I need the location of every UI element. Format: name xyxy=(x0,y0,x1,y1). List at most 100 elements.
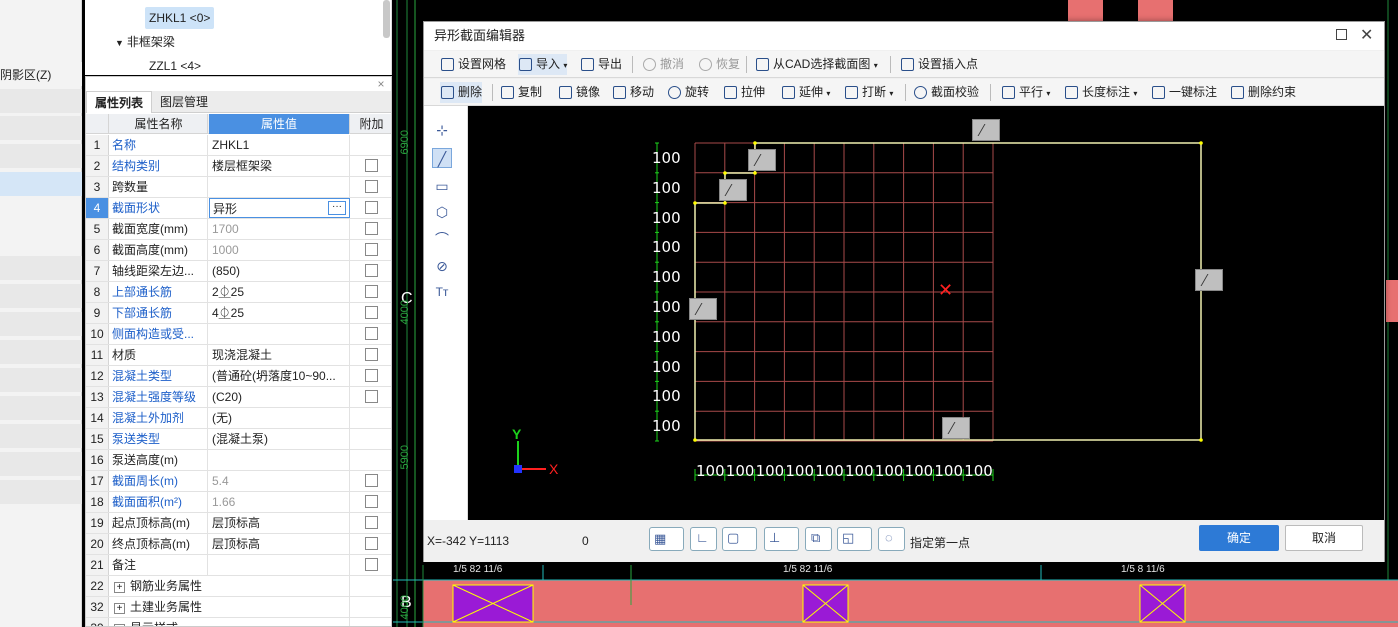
property-row[interactable]: 1 名称 ZHKL1 xyxy=(86,135,391,156)
extra-checkbox[interactable] xyxy=(365,180,378,193)
property-row[interactable]: 13 混凝土强度等级 (C20) xyxy=(86,387,391,408)
property-row[interactable]: 14 混凝土外加剂 (无) xyxy=(86,408,391,429)
left-strip-row[interactable] xyxy=(0,368,82,392)
left-strip-row[interactable] xyxy=(0,424,82,448)
constraint-handle-icon[interactable] xyxy=(748,149,776,171)
property-value[interactable]: 1700 xyxy=(209,219,350,239)
property-value[interactable]: 1000 xyxy=(209,240,350,260)
tab-layer-manager[interactable]: 图层管理 xyxy=(152,91,216,113)
ortho-toggle[interactable]: ∟ xyxy=(690,527,717,551)
extra-checkbox[interactable] xyxy=(365,495,378,508)
text-tool-icon[interactable]: Tт xyxy=(432,282,452,302)
property-value[interactable]: (混凝土泵) xyxy=(209,429,350,449)
constraint-handle-icon[interactable] xyxy=(719,179,747,201)
property-row[interactable]: 12 混凝土类型 (普通砼(坍落度10~90... xyxy=(86,366,391,387)
rotate-button[interactable]: 旋转 xyxy=(667,82,709,103)
expand-plus-icon[interactable]: + xyxy=(114,603,125,614)
left-strip-row[interactable] xyxy=(0,284,82,308)
vertex-point[interactable] xyxy=(753,171,757,175)
extra-checkbox[interactable] xyxy=(365,474,378,487)
hint-toggle[interactable]: ◌ xyxy=(878,527,905,551)
vertex-point[interactable] xyxy=(1199,141,1203,145)
constraint-handle-icon[interactable] xyxy=(942,417,970,439)
extra-checkbox[interactable] xyxy=(365,369,378,382)
vertex-point[interactable] xyxy=(753,141,757,145)
scrollbar-thumb[interactable] xyxy=(383,0,390,38)
extra-checkbox[interactable] xyxy=(365,243,378,256)
left-strip-item[interactable]: 阴影区(Z) xyxy=(0,62,82,86)
vertex-point[interactable] xyxy=(723,201,727,205)
property-value[interactable]: 楼层框架梁 xyxy=(209,156,350,176)
stretch-button[interactable]: 拉伸 xyxy=(723,82,765,103)
delete-constraint-button[interactable]: 删除约束 xyxy=(1230,82,1296,103)
polar-toggle[interactable]: ⧉ xyxy=(805,527,832,551)
property-row[interactable]: 16 泵送高度(m) xyxy=(86,450,391,471)
close-icon[interactable]: × xyxy=(375,77,387,91)
grid-snap-toggle[interactable]: ▦ xyxy=(649,527,684,551)
constraint-handle-icon[interactable] xyxy=(1195,269,1223,291)
property-value[interactable]: 现浇混凝土 xyxy=(209,345,350,365)
object-snap-toggle[interactable]: ▢ xyxy=(722,527,757,551)
close-icon[interactable]: ✕ xyxy=(1360,22,1373,50)
property-value[interactable]: 4⏂25 xyxy=(209,303,350,323)
property-row[interactable]: 2 结构类别 楼层框架梁 xyxy=(86,156,391,177)
circle-tool-icon[interactable]: ⊘ xyxy=(432,256,452,276)
constraint-handle-icon[interactable] xyxy=(972,119,1000,141)
tree-group-item[interactable]: ▼ 非框架梁 xyxy=(115,32,175,52)
extend-button[interactable]: 延伸 ▾ xyxy=(781,82,830,103)
dynamic-input-toggle[interactable]: ⊥ xyxy=(764,527,799,551)
snap-settings-toggle[interactable]: ◱ xyxy=(837,527,872,551)
vertex-point[interactable] xyxy=(1199,438,1203,442)
extra-checkbox[interactable] xyxy=(365,537,378,550)
extra-checkbox[interactable] xyxy=(365,306,378,319)
extra-checkbox[interactable] xyxy=(365,390,378,403)
property-row[interactable]: 32 + 土建业务属性 xyxy=(86,597,391,618)
maximize-icon[interactable] xyxy=(1336,29,1347,40)
select-from-cad-button[interactable]: 从CAD选择截面图 ▾ xyxy=(755,54,878,75)
delete-button[interactable]: 删除 xyxy=(440,82,483,103)
property-row[interactable]: 11 材质 现浇混凝土 xyxy=(86,345,391,366)
property-row[interactable]: 7 轴线距梁左边... (850) xyxy=(86,261,391,282)
extra-checkbox[interactable] xyxy=(365,222,378,235)
left-strip-row[interactable] xyxy=(0,340,82,364)
property-value[interactable]: (850) xyxy=(209,261,350,281)
extra-checkbox[interactable] xyxy=(365,516,378,529)
left-strip-row[interactable] xyxy=(0,116,82,140)
property-row[interactable]: 10 侧面构造或受... xyxy=(86,324,391,345)
left-strip-row[interactable] xyxy=(0,480,82,504)
property-value[interactable] xyxy=(209,555,350,575)
undo-button[interactable]: 撤消 xyxy=(642,54,684,75)
mirror-button[interactable]: 镜像 xyxy=(558,82,600,103)
left-strip-row[interactable] xyxy=(0,89,82,113)
expand-arrow-icon[interactable]: ▼ xyxy=(115,38,124,48)
extra-checkbox[interactable] xyxy=(365,348,378,361)
section-check-button[interactable]: 截面校验 xyxy=(913,82,979,103)
property-row[interactable]: 15 泵送类型 (混凝土泵) xyxy=(86,429,391,450)
left-strip-row[interactable] xyxy=(0,452,82,476)
ellipsis-button[interactable]: ··· xyxy=(328,201,346,215)
extra-checkbox[interactable] xyxy=(365,285,378,298)
property-value[interactable]: (无) xyxy=(209,408,350,428)
left-strip-row[interactable] xyxy=(0,312,82,336)
rectangle-tool-icon[interactable]: ▭ xyxy=(432,176,452,196)
property-row[interactable]: 17 截面周长(m) 5.4 xyxy=(86,471,391,492)
extra-checkbox[interactable] xyxy=(365,159,378,172)
length-dim-button[interactable]: 长度标注 ▾ xyxy=(1064,82,1137,103)
property-value[interactable] xyxy=(209,324,350,344)
set-grid-button[interactable]: 设置网格 xyxy=(440,54,506,75)
left-strip-row-selected[interactable] xyxy=(0,172,82,196)
property-row[interactable]: 20 终点顶标高(m) 层顶标高 xyxy=(86,534,391,555)
copy-button[interactable]: 复制 xyxy=(500,82,542,103)
extra-checkbox[interactable] xyxy=(365,327,378,340)
property-row[interactable]: 8 上部通长筋 2⏂25 xyxy=(86,282,391,303)
polygon-tool-icon[interactable]: ⬡ xyxy=(432,202,452,222)
property-row[interactable]: 9 下部通长筋 4⏂25 xyxy=(86,303,391,324)
property-row[interactable]: 39+显示样式 xyxy=(86,618,391,626)
extra-checkbox[interactable] xyxy=(365,264,378,277)
line-tool-icon[interactable]: ╱ xyxy=(432,148,452,168)
property-row[interactable]: 4 截面形状 异形 ··· xyxy=(86,198,391,219)
cancel-button[interactable]: 取消 xyxy=(1285,525,1363,551)
property-row[interactable]: 19 起点顶标高(m) 层顶标高 xyxy=(86,513,391,534)
property-value[interactable]: 2⏂25 xyxy=(209,282,350,302)
property-value[interactable]: 层顶标高 xyxy=(209,534,350,554)
